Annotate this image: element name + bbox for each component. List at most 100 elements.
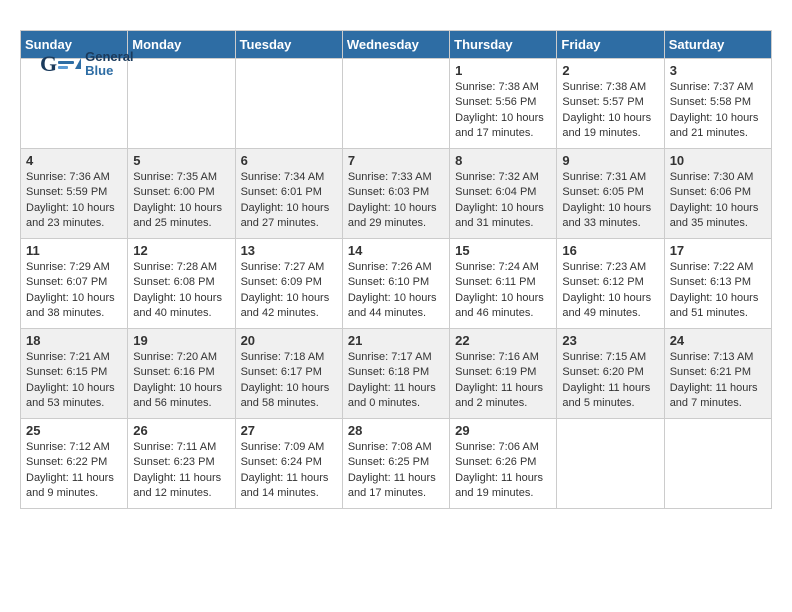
day-info: Sunrise: 7:27 AM Sunset: 6:09 PM Dayligh… — [241, 260, 337, 322]
calendar-cell: 6 Sunrise: 7:34 AM Sunset: 6:01 PM Daylig… — [235, 149, 342, 239]
calendar-cell: 24Sunrise: 7:13 AM Sunset: 6:21 PM Dayli… — [664, 329, 771, 419]
calendar-cell: 14 Sunrise: 7:26 AM Sunset: 6:10 PM Dayli… — [342, 239, 449, 329]
day-number: 9 — [562, 153, 658, 168]
day-number: 2 — [562, 63, 658, 78]
calendar-cell: 2 Sunrise: 7:38 AM Sunset: 5:57 PM Daylig… — [557, 59, 664, 149]
day-info: Sunrise: 7:18 AM Sunset: 6:17 PM Dayligh… — [241, 350, 337, 412]
day-info: Sunrise: 7:16 AM Sunset: 6:19 PM Dayligh… — [455, 350, 551, 412]
calendar-cell: 25 Sunrise: 7:12 AM Sunset: 6:22 PM Dayli… — [21, 419, 128, 509]
day-info: Sunrise: 7:15 AM Sunset: 6:20 PM Dayligh… — [562, 350, 658, 412]
logo: G General Blue — [40, 50, 134, 79]
calendar-cell: 23 Sunrise: 7:15 AM Sunset: 6:20 PM Dayli… — [557, 329, 664, 419]
calendar-cell: 1 Sunrise: 7:38 AM Sunset: 5:56 PM Daylig… — [450, 59, 557, 149]
calendar-cell — [557, 419, 664, 509]
day-info: Sunrise: 7:12 AM Sunset: 6:22 PM Dayligh… — [26, 440, 122, 502]
day-number: 22 — [455, 333, 551, 348]
day-info: Sunrise: 7:36 AM Sunset: 5:59 PM Dayligh… — [26, 170, 122, 232]
day-number: 1 — [455, 63, 551, 78]
day-info: Sunrise: 7:35 AM Sunset: 6:00 PM Dayligh… — [133, 170, 229, 232]
calendar-cell: 11 Sunrise: 7:29 AM Sunset: 6:07 PM Dayli… — [21, 239, 128, 329]
day-info: Sunrise: 7:32 AM Sunset: 6:04 PM Dayligh… — [455, 170, 551, 232]
day-info: Sunrise: 7:31 AM Sunset: 6:05 PM Dayligh… — [562, 170, 658, 232]
day-number: 17 — [670, 243, 766, 258]
logo-line1 — [58, 61, 74, 64]
calendar-cell: 12Sunrise: 7:28 AM Sunset: 6:08 PM Dayli… — [128, 239, 235, 329]
calendar-cell: 8 Sunrise: 7:32 AM Sunset: 6:04 PM Daylig… — [450, 149, 557, 239]
day-info: Sunrise: 7:26 AM Sunset: 6:10 PM Dayligh… — [348, 260, 444, 322]
day-info: Sunrise: 7:17 AM Sunset: 6:18 PM Dayligh… — [348, 350, 444, 412]
calendar-cell: 4 Sunrise: 7:36 AM Sunset: 5:59 PM Daylig… — [21, 149, 128, 239]
day-number: 12 — [133, 243, 229, 258]
day-number: 4 — [26, 153, 122, 168]
weekday-header-monday: Monday — [128, 31, 235, 59]
calendar-cell: 3 Sunrise: 7:37 AM Sunset: 5:58 PM Daylig… — [664, 59, 771, 149]
calendar-cell: 5 Sunrise: 7:35 AM Sunset: 6:00 PM Daylig… — [128, 149, 235, 239]
day-number: 11 — [26, 243, 122, 258]
day-number: 29 — [455, 423, 551, 438]
calendar-cell: 9 Sunrise: 7:31 AM Sunset: 6:05 PM Daylig… — [557, 149, 664, 239]
calendar-table: SundayMondayTuesdayWednesdayThursdayFrid… — [20, 30, 772, 509]
day-info: Sunrise: 7:30 AM Sunset: 6:06 PM Dayligh… — [670, 170, 766, 232]
day-info: Sunrise: 7:23 AM Sunset: 6:12 PM Dayligh… — [562, 260, 658, 322]
day-number: 5 — [133, 153, 229, 168]
calendar-cell: 28 Sunrise: 7:08 AM Sunset: 6:25 PM Dayli… — [342, 419, 449, 509]
day-number: 13 — [241, 243, 337, 258]
day-info: Sunrise: 7:21 AM Sunset: 6:15 PM Dayligh… — [26, 350, 122, 412]
calendar-cell: 17 Sunrise: 7:22 AM Sunset: 6:13 PM Dayli… — [664, 239, 771, 329]
day-number: 6 — [241, 153, 337, 168]
day-info: Sunrise: 7:20 AM Sunset: 6:16 PM Dayligh… — [133, 350, 229, 412]
day-info: Sunrise: 7:29 AM Sunset: 6:07 PM Dayligh… — [26, 260, 122, 322]
weekday-header-wednesday: Wednesday — [342, 31, 449, 59]
calendar-cell: 15 Sunrise: 7:24 AM Sunset: 6:11 PM Dayli… — [450, 239, 557, 329]
day-info: Sunrise: 7:22 AM Sunset: 6:13 PM Dayligh… — [670, 260, 766, 322]
logo-text: General Blue — [85, 50, 133, 79]
day-info: Sunrise: 7:09 AM Sunset: 6:24 PM Dayligh… — [241, 440, 337, 502]
calendar-cell: 26 Sunrise: 7:11 AM Sunset: 6:23 PM Dayli… — [128, 419, 235, 509]
calendar-cell: 22 Sunrise: 7:16 AM Sunset: 6:19 PM Dayli… — [450, 329, 557, 419]
day-info: Sunrise: 7:24 AM Sunset: 6:11 PM Dayligh… — [455, 260, 551, 322]
day-info: Sunrise: 7:38 AM Sunset: 5:56 PM Dayligh… — [455, 80, 551, 142]
day-info: Sunrise: 7:38 AM Sunset: 5:57 PM Dayligh… — [562, 80, 658, 142]
weekday-header-saturday: Saturday — [664, 31, 771, 59]
day-info: Sunrise: 7:34 AM Sunset: 6:01 PM Dayligh… — [241, 170, 337, 232]
day-info: Sunrise: 7:06 AM Sunset: 6:26 PM Dayligh… — [455, 440, 551, 502]
calendar-cell: 13 Sunrise: 7:27 AM Sunset: 6:09 PM Dayli… — [235, 239, 342, 329]
logo-g-letter: G — [40, 51, 57, 77]
calendar-cell: 19 Sunrise: 7:20 AM Sunset: 6:16 PM Dayli… — [128, 329, 235, 419]
calendar-cell: 29 Sunrise: 7:06 AM Sunset: 6:26 PM Dayli… — [450, 419, 557, 509]
day-number: 23 — [562, 333, 658, 348]
day-number: 27 — [241, 423, 337, 438]
calendar-cell: 21 Sunrise: 7:17 AM Sunset: 6:18 PM Dayli… — [342, 329, 449, 419]
day-number: 14 — [348, 243, 444, 258]
logo-line2 — [58, 66, 68, 69]
weekday-header-thursday: Thursday — [450, 31, 557, 59]
day-number: 24 — [670, 333, 766, 348]
day-number: 10 — [670, 153, 766, 168]
day-number: 21 — [348, 333, 444, 348]
weekday-header-friday: Friday — [557, 31, 664, 59]
day-number: 20 — [241, 333, 337, 348]
day-number: 18 — [26, 333, 122, 348]
day-info: Sunrise: 7:37 AM Sunset: 5:58 PM Dayligh… — [670, 80, 766, 142]
day-number: 7 — [348, 153, 444, 168]
day-number: 15 — [455, 243, 551, 258]
calendar-cell: 20 Sunrise: 7:18 AM Sunset: 6:17 PM Dayli… — [235, 329, 342, 419]
day-number: 8 — [455, 153, 551, 168]
calendar-cell: 16 Sunrise: 7:23 AM Sunset: 6:12 PM Dayli… — [557, 239, 664, 329]
day-info: Sunrise: 7:08 AM Sunset: 6:25 PM Dayligh… — [348, 440, 444, 502]
day-number: 28 — [348, 423, 444, 438]
day-number: 3 — [670, 63, 766, 78]
logo-arrow-icon — [75, 58, 81, 69]
day-number: 25 — [26, 423, 122, 438]
day-number: 16 — [562, 243, 658, 258]
calendar-cell — [342, 59, 449, 149]
day-number: 26 — [133, 423, 229, 438]
calendar-cell — [235, 59, 342, 149]
calendar-cell: 7Sunrise: 7:33 AM Sunset: 6:03 PM Daylig… — [342, 149, 449, 239]
day-number: 19 — [133, 333, 229, 348]
calendar-cell: 10 Sunrise: 7:30 AM Sunset: 6:06 PM Dayli… — [664, 149, 771, 239]
calendar-cell — [664, 419, 771, 509]
calendar-cell — [128, 59, 235, 149]
day-info: Sunrise: 7:11 AM Sunset: 6:23 PM Dayligh… — [133, 440, 229, 502]
calendar-cell: 18 Sunrise: 7:21 AM Sunset: 6:15 PM Dayli… — [21, 329, 128, 419]
